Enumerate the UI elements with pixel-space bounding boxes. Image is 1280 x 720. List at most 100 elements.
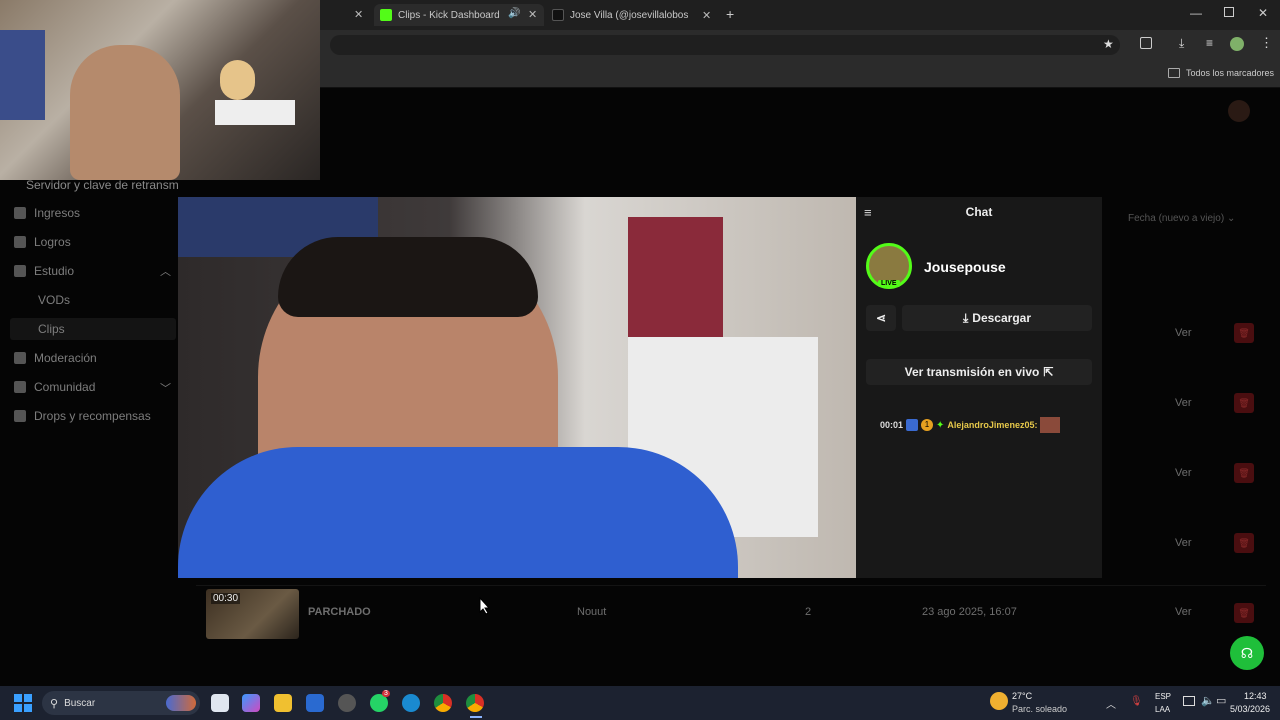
- all-bookmarks-link[interactable]: Todos los marcadores: [1186, 68, 1274, 78]
- volume-icon[interactable]: 🔈: [1201, 694, 1215, 707]
- search-placeholder: Buscar: [64, 697, 96, 709]
- sidebar-item-logros[interactable]: Logros: [14, 232, 71, 252]
- tab-label: Jose Villa (@josevillalobos424): [570, 9, 688, 21]
- mouse-cursor-icon: [479, 597, 491, 615]
- table-row[interactable]: 00:30 PARCHADO Nouut 2 23 ago 2025, 16:0…: [196, 585, 1266, 641]
- chevron-up-icon[interactable]: ︿: [1106, 696, 1116, 711]
- close-tab-icon[interactable]: ✕: [354, 8, 363, 21]
- task-view-icon[interactable]: [211, 694, 229, 712]
- chrome-icon[interactable]: [434, 694, 452, 712]
- delete-clip-button[interactable]: 🗑: [1234, 393, 1254, 413]
- chevron-up-icon[interactable]: ︿: [160, 263, 171, 279]
- sidebar-item-drops[interactable]: Drops y recompensas: [14, 406, 151, 426]
- view-clip-link[interactable]: Ver: [1175, 467, 1192, 479]
- whatsapp-badge: 3: [382, 690, 390, 697]
- poster-image: [0, 30, 45, 120]
- gift-icon: [14, 410, 26, 422]
- tab-jose-villa[interactable]: Jose Villa (@josevillalobos424) ✕: [552, 4, 712, 26]
- file-explorer-icon[interactable]: [274, 694, 292, 712]
- emote-image: [1040, 417, 1061, 433]
- sidebar-item-ingresos[interactable]: Ingresos: [14, 203, 80, 223]
- taskbar-search-box[interactable]: ⚲ Buscar: [42, 691, 200, 715]
- chat-username[interactable]: AlejandroJimenez05:: [947, 420, 1037, 430]
- delete-clip-button[interactable]: 🗑: [1234, 533, 1254, 553]
- sidebar-item-estudio[interactable]: Estudio: [14, 261, 74, 281]
- view-clip-link[interactable]: Ver: [1175, 606, 1192, 618]
- plush-toy: [220, 60, 255, 100]
- sidebar-item-stream-key[interactable]: Servidor y clave de retransm: [26, 178, 179, 192]
- battery-icon[interactable]: ▭: [1216, 694, 1226, 707]
- kick-logo-icon: [380, 9, 392, 21]
- sidebar-item-moderacion[interactable]: Moderación: [14, 348, 97, 368]
- clip-video-player[interactable]: [178, 197, 856, 578]
- bookmark-star-icon[interactable]: ★: [1103, 37, 1114, 51]
- close-window-icon[interactable]: ✕: [1258, 6, 1268, 20]
- person-hair: [278, 237, 538, 317]
- streamer-figure: [70, 45, 180, 180]
- copilot-icon[interactable]: [242, 694, 260, 712]
- minimize-icon[interactable]: —: [1190, 6, 1202, 20]
- chrome-active-icon[interactable]: [466, 694, 484, 712]
- speaker-icon[interactable]: 🔊: [508, 8, 520, 19]
- sidebar-item-comunidad[interactable]: Comunidad: [14, 377, 95, 397]
- delete-clip-button[interactable]: 🗑: [1234, 323, 1254, 343]
- tab-label: Clips - Kick Dashboard: [398, 9, 500, 21]
- share-button[interactable]: ⋖: [866, 305, 896, 331]
- weather-desc: Parc. soleado: [1012, 704, 1068, 714]
- maximize-icon[interactable]: [1224, 7, 1234, 17]
- sidebar-item-vods[interactable]: VODs: [38, 290, 70, 310]
- edge-icon[interactable]: [402, 694, 420, 712]
- download-label: Descargar: [972, 311, 1032, 325]
- sort-dropdown[interactable]: Fecha (nuevo a viejo) ⌄: [1128, 213, 1235, 224]
- user-avatar[interactable]: [1228, 100, 1250, 122]
- sub-badge: 1: [921, 419, 934, 431]
- extensions-icon[interactable]: [1140, 37, 1152, 49]
- clip-thumbnail[interactable]: 00:30: [206, 589, 299, 639]
- support-chat-button[interactable]: ☊: [1230, 636, 1264, 670]
- delete-clip-button[interactable]: 🗑: [1234, 603, 1254, 623]
- chat-title: Chat: [965, 205, 993, 219]
- view-clip-link[interactable]: Ver: [1175, 537, 1192, 549]
- network-icon[interactable]: [1183, 696, 1195, 706]
- clock-time[interactable]: 12:43: [1244, 691, 1267, 701]
- sidebar-item-label: Comunidad: [34, 380, 96, 394]
- new-tab-icon[interactable]: +: [726, 6, 734, 22]
- channel-name[interactable]: Jousepouse: [924, 259, 1006, 275]
- download-button[interactable]: ⤓ Descargar: [902, 305, 1092, 331]
- download-icon[interactable]: ⤓: [1179, 36, 1184, 51]
- watch-live-button[interactable]: Ver transmisión en vivo ⇱: [866, 359, 1092, 385]
- close-tab-icon[interactable]: ✕: [702, 9, 711, 22]
- clock-date[interactable]: 5/03/2026: [1230, 704, 1270, 714]
- weather-temp: 27°C: [1012, 691, 1033, 701]
- store-icon[interactable]: [306, 694, 324, 712]
- tab-clips-kick[interactable]: Clips - Kick Dashboard 🔊 ✕: [374, 4, 544, 26]
- windows-start-icon[interactable]: [14, 694, 32, 712]
- active-app-indicator: [470, 716, 482, 718]
- view-clip-link[interactable]: Ver: [1175, 327, 1192, 339]
- weather-icon[interactable]: [990, 692, 1008, 710]
- watch-live-label: Ver transmisión en vivo: [904, 365, 1040, 379]
- shoes: [215, 100, 295, 125]
- sidebar-item-clips[interactable]: Clips: [38, 319, 65, 339]
- chevron-down-icon[interactable]: ﹀: [160, 380, 171, 396]
- headset-icon: ☊: [1240, 644, 1254, 661]
- delete-clip-button[interactable]: 🗑: [1234, 463, 1254, 483]
- browser-menu-icon[interactable]: ⋮: [1260, 35, 1273, 51]
- close-tab-icon[interactable]: ✕: [528, 8, 537, 21]
- verified-badge-icon: ✦: [936, 419, 945, 431]
- studio-icon: [14, 265, 26, 277]
- keyboard-layout[interactable]: LAA: [1155, 705, 1170, 714]
- settings-app-icon[interactable]: [338, 694, 356, 712]
- sidebar-item-label: Ingresos: [34, 206, 81, 220]
- microphone-icon[interactable]: 🎙: [1130, 696, 1143, 707]
- sidebar-active-highlight: [10, 318, 176, 340]
- address-bar[interactable]: [330, 35, 1120, 55]
- sidebar-item-label: Estudio: [34, 264, 75, 278]
- person-shirt: [178, 447, 738, 578]
- view-clip-link[interactable]: Ver: [1175, 397, 1192, 409]
- profile-avatar[interactable]: [1230, 37, 1244, 51]
- external-link-icon: ⇱: [1043, 365, 1054, 379]
- media-control-icon[interactable]: ≡: [1206, 36, 1213, 50]
- language-indicator[interactable]: ESP: [1155, 692, 1171, 701]
- chat-panel: ≡ Chat LIVE Jousepouse ⋖ ⤓ Descargar Ver …: [856, 197, 1102, 578]
